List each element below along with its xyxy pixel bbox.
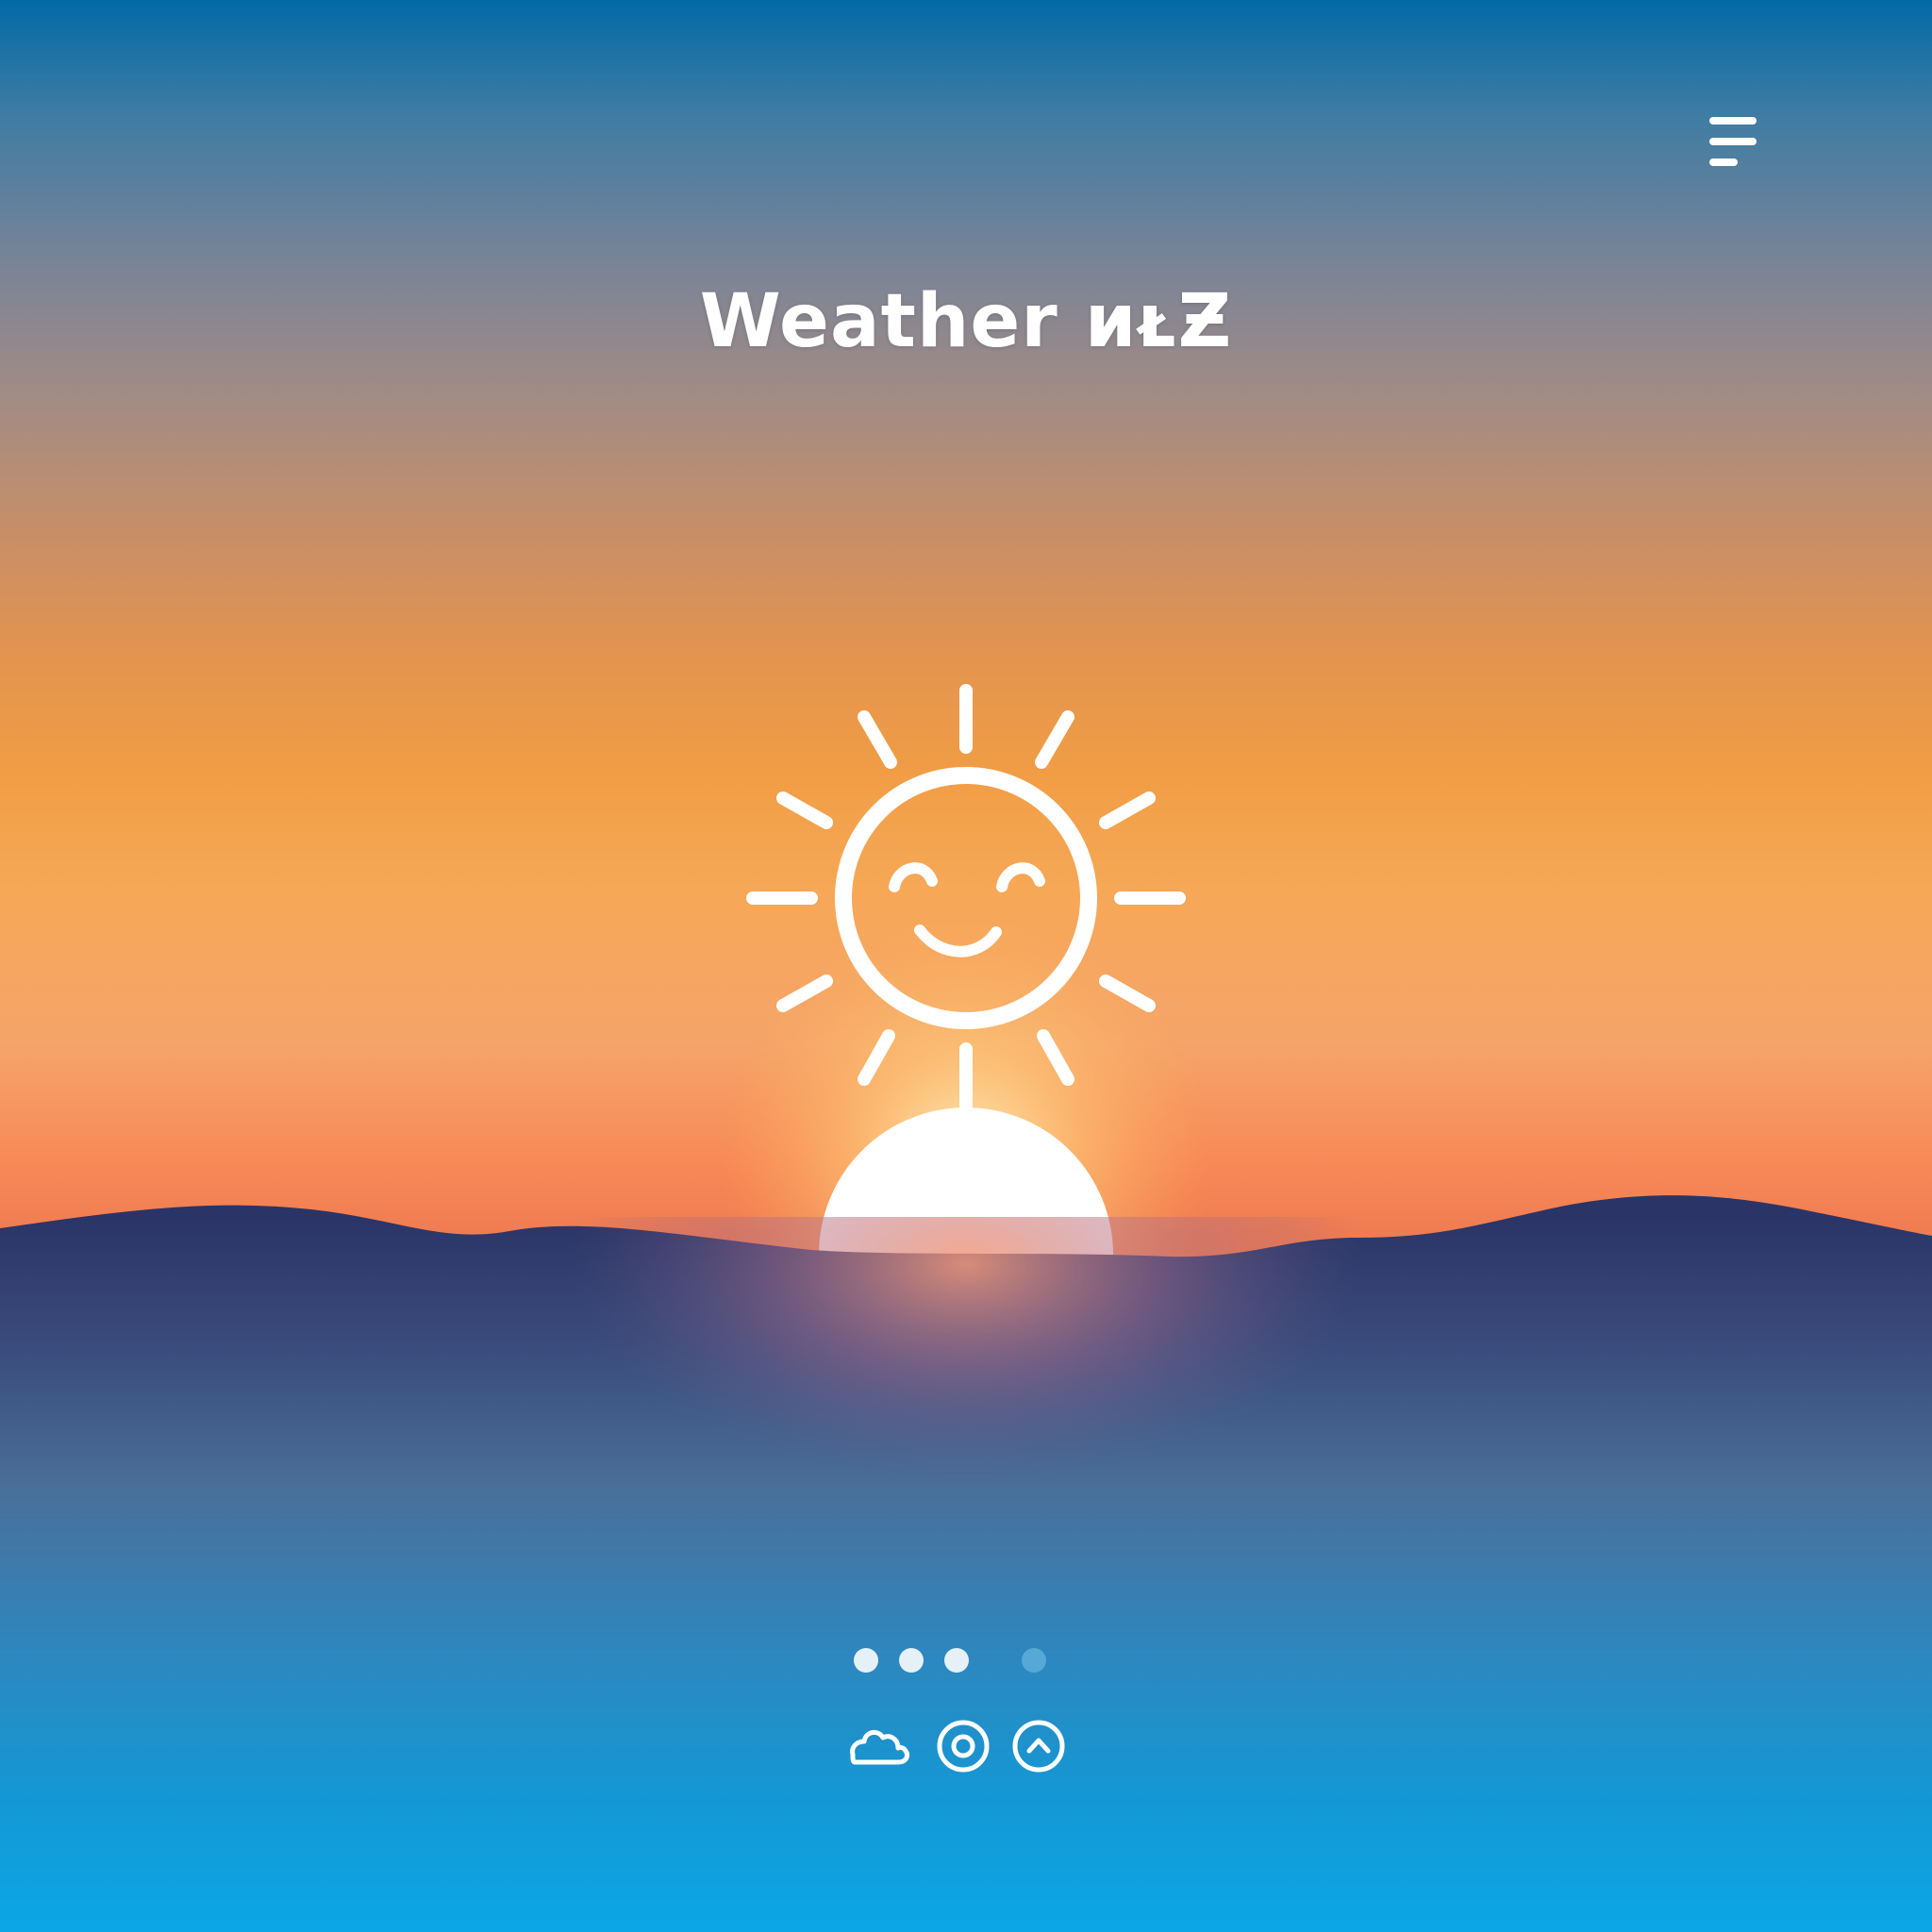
cloud-button[interactable] <box>845 1717 910 1775</box>
location-target-icon <box>937 1720 990 1773</box>
page-indicator <box>854 1646 1052 1674</box>
sun-reflection <box>0 1217 1932 1707</box>
hamburger-menu-icon <box>1709 117 1757 166</box>
cloud-icon <box>850 1730 910 1765</box>
page-dot-4[interactable] <box>1022 1648 1046 1673</box>
chevron-up-icon <box>1012 1720 1065 1773</box>
location-button[interactable] <box>934 1717 992 1775</box>
smiling-sun-icon <box>746 684 1186 1112</box>
bottom-toolbar <box>845 1717 1072 1783</box>
page-title: Weather ᴎᴌƵ <box>699 279 1233 364</box>
page-dot-1[interactable] <box>854 1648 878 1673</box>
page-dot-3[interactable] <box>944 1648 969 1673</box>
menu-button[interactable] <box>1706 109 1762 172</box>
page-dot-2[interactable] <box>899 1648 924 1673</box>
expand-up-button[interactable] <box>1009 1717 1068 1775</box>
